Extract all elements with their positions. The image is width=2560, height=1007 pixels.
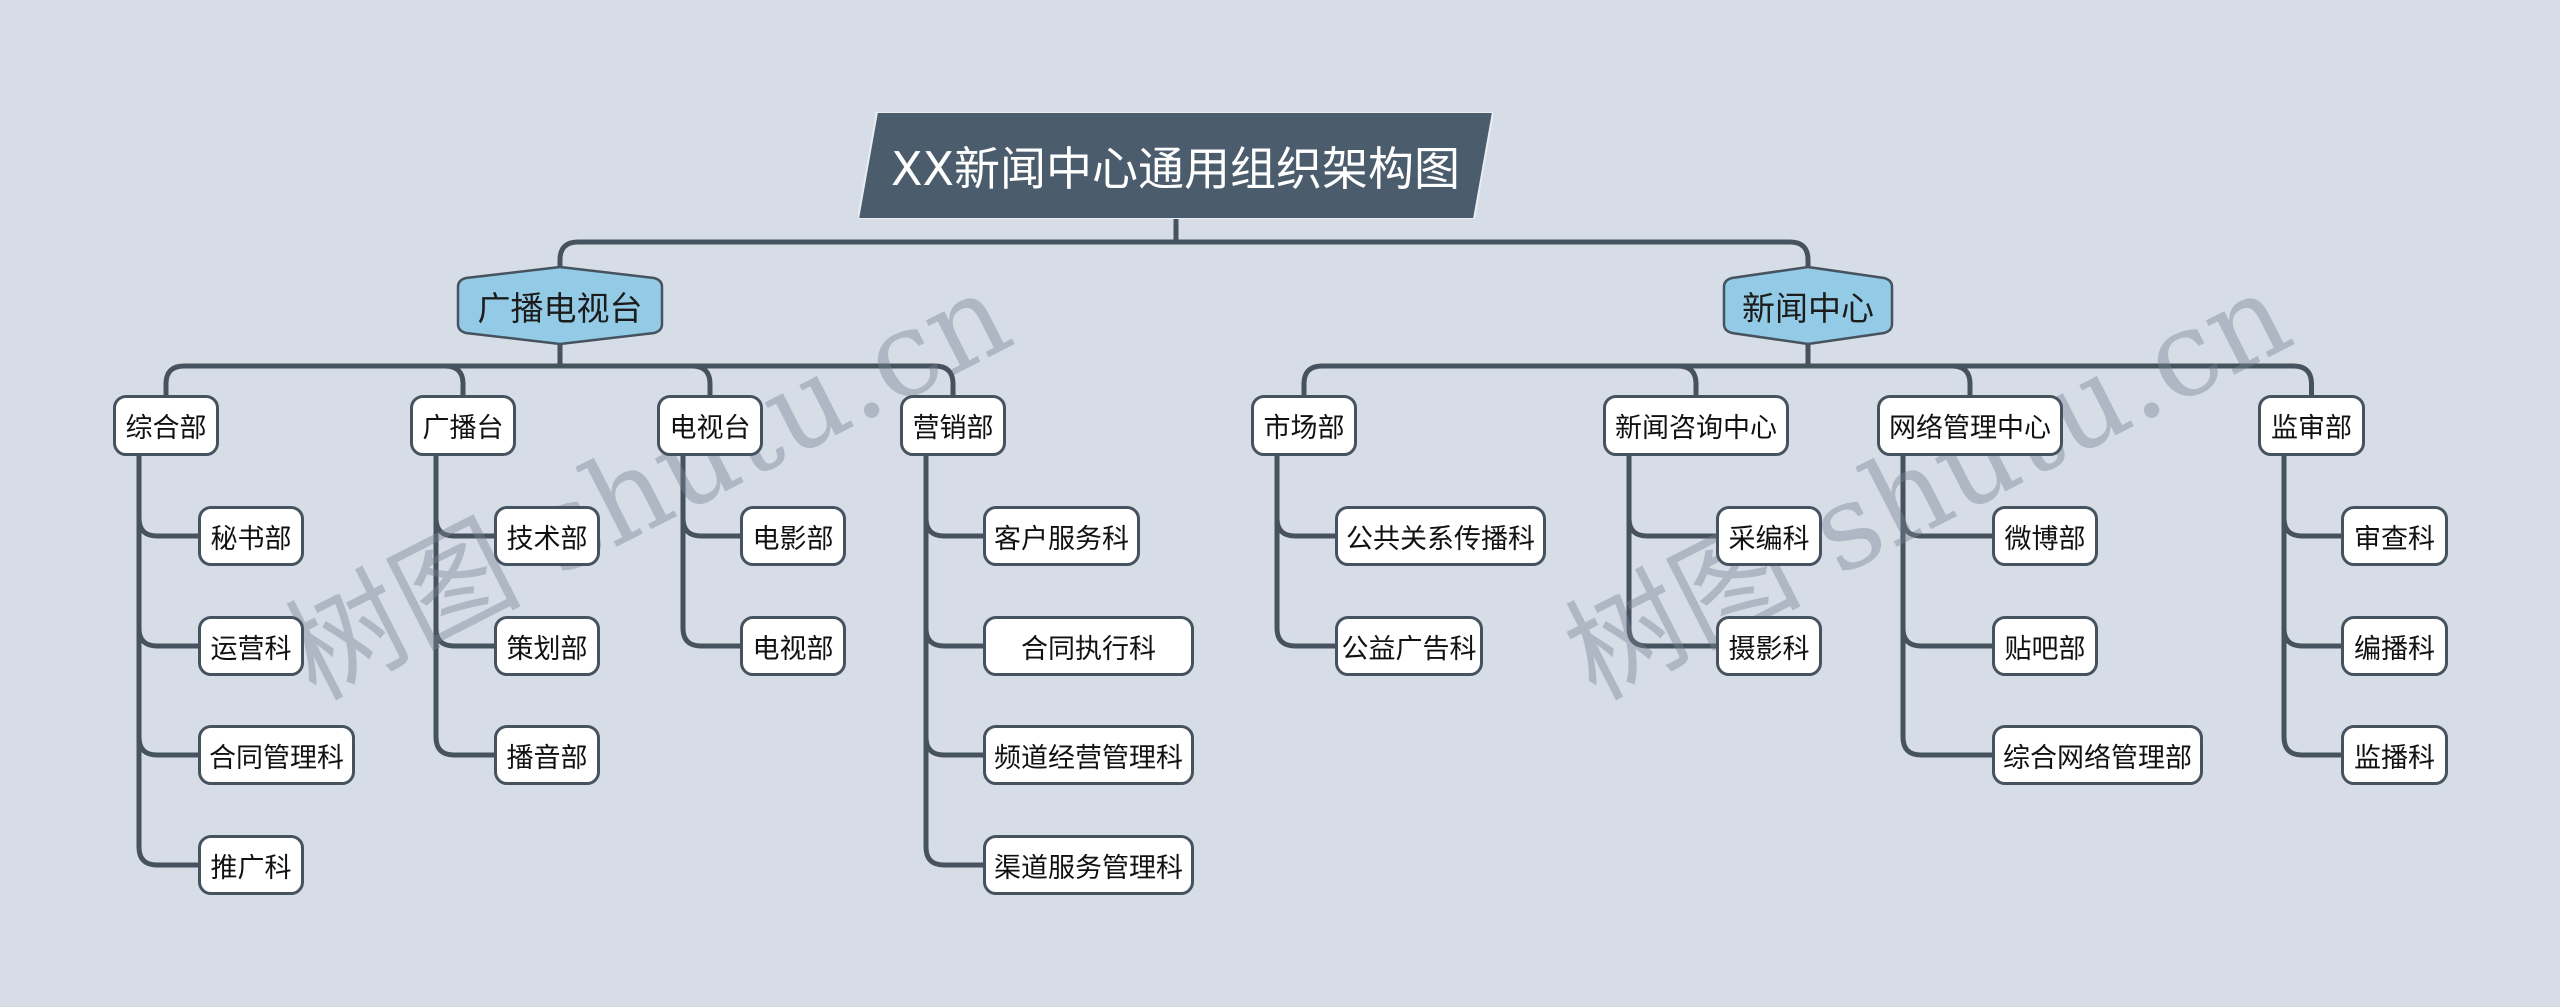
section-node[interactable]: 渠道服务管理科 <box>983 835 1194 895</box>
section-node[interactable]: 秘书部 <box>198 506 304 566</box>
section-branch-line <box>1900 728 1995 758</box>
section-node[interactable]: 综合网络管理部 <box>1992 725 2203 785</box>
section-node[interactable]: 监播科 <box>2341 725 2448 785</box>
section-node[interactable]: 合同执行科 <box>983 616 1194 676</box>
section-branch-line <box>923 619 986 649</box>
section-node[interactable]: 频道经营管理科 <box>983 725 1194 785</box>
section-branch-line <box>433 619 497 649</box>
section-branch-line <box>136 728 201 758</box>
section-branch-line <box>2281 509 2344 539</box>
section-node[interactable]: 采编科 <box>1716 506 1822 566</box>
section-branch-line <box>1626 509 1719 539</box>
chart-title-text: XX新闻中心通用组织架构图 <box>890 141 1461 196</box>
department-node[interactable]: 网络管理中心 <box>1877 395 2063 456</box>
section-node[interactable]: 微博部 <box>1992 506 2098 566</box>
section-node[interactable]: 策划部 <box>494 616 600 676</box>
department-drop-line <box>1675 363 1699 398</box>
section-branch-line <box>136 509 201 539</box>
department-node[interactable]: 电视台 <box>657 395 763 456</box>
department-node[interactable]: 营销部 <box>900 395 1006 456</box>
section-branch-line <box>923 509 986 539</box>
section-branch-line <box>923 728 986 758</box>
section-node[interactable]: 公共关系传播科 <box>1335 506 1546 566</box>
department-drop-line <box>689 363 713 398</box>
section-branch-line <box>1626 619 1719 649</box>
section-node[interactable]: 推广科 <box>198 835 304 895</box>
department-node[interactable]: 广播台 <box>410 395 516 456</box>
section-node[interactable]: 摄影科 <box>1716 616 1822 676</box>
department-node[interactable]: 综合部 <box>113 395 219 456</box>
section-branch-line <box>680 509 743 539</box>
section-node[interactable]: 技术部 <box>494 506 600 566</box>
section-branch-line <box>2281 728 2344 758</box>
branch-node-label: 新闻中心 <box>1742 288 1874 328</box>
section-branch-line <box>433 728 497 758</box>
section-branch-line <box>2281 619 2344 649</box>
section-branch-line <box>136 838 201 868</box>
department-node[interactable]: 市场部 <box>1251 395 1357 456</box>
chart-title-node[interactable]: XX新闻中心通用组织架构图 <box>858 112 1493 219</box>
section-node[interactable]: 公益广告科 <box>1335 616 1483 676</box>
department-drop-line <box>1949 363 1973 398</box>
department-node[interactable]: 新闻咨询中心 <box>1603 395 1789 456</box>
section-branch-line <box>1274 509 1338 539</box>
section-node[interactable]: 电视部 <box>740 616 846 676</box>
section-node[interactable]: 运营科 <box>198 616 304 676</box>
section-node[interactable]: 贴吧部 <box>1992 616 2098 676</box>
section-branch-line <box>923 838 986 868</box>
branch-node-2[interactable]: 新闻中心 <box>1722 265 1894 346</box>
main-branch-line <box>557 239 1811 270</box>
section-node[interactable]: 审查科 <box>2341 506 2448 566</box>
department-bus-line <box>1301 363 2314 398</box>
section-branch-line <box>1900 619 1995 649</box>
section-node[interactable]: 编播科 <box>2341 616 2448 676</box>
section-branch-line <box>1900 509 1995 539</box>
section-branch-line <box>433 509 497 539</box>
section-node[interactable]: 播音部 <box>494 725 600 785</box>
branch-node-label: 广播电视台 <box>477 288 643 328</box>
org-chart-canvas: XX新闻中心通用组织架构图 树图 shutu.cn 树图 shutu.cn 广播… <box>0 0 2560 1007</box>
section-node[interactable]: 客户服务科 <box>983 506 1140 566</box>
section-branch-line <box>1274 619 1338 649</box>
department-node[interactable]: 监审部 <box>2258 395 2365 456</box>
section-branch-line <box>136 619 201 649</box>
section-node[interactable]: 合同管理科 <box>198 725 355 785</box>
branch-node-1[interactable]: 广播电视台 <box>456 265 664 346</box>
section-branch-line <box>680 619 743 649</box>
department-bus-line <box>163 363 956 398</box>
department-drop-line <box>442 363 466 398</box>
section-node[interactable]: 电影部 <box>740 506 846 566</box>
